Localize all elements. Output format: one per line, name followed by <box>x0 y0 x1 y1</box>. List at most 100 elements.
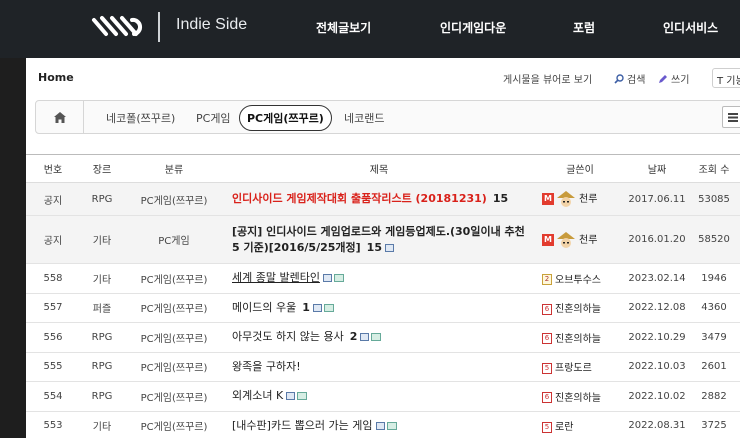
post-title[interactable]: 외계소녀 K <box>232 389 283 402</box>
post-author[interactable]: M 천루 <box>534 215 626 264</box>
post-title-cell[interactable]: 세계 종말 발렌타인 <box>224 263 534 294</box>
level-icon: 5 <box>542 362 552 374</box>
post-title-cell[interactable]: [공지] 인디사이드 게임업로드와 게임등업제도.(30일이내 추천 5 기준)… <box>224 215 534 264</box>
comment-count[interactable]: 15 <box>367 241 382 254</box>
post-category[interactable]: PC게임(쯔꾸르) <box>124 322 224 353</box>
post-number: 공지 <box>26 182 80 216</box>
attachment-icon <box>360 333 370 342</box>
post-number: 558 <box>26 263 80 294</box>
post-category[interactable]: PC게임(쯔꾸르) <box>124 293 224 323</box>
author-name: 진혼의하늘 <box>555 392 601 404</box>
post-author[interactable]: 2 오브투수스 <box>534 263 626 294</box>
list-icon <box>728 112 738 122</box>
col-header-views[interactable]: 조회 수 <box>688 154 740 183</box>
table-row[interactable]: 553 기타 PC게임(쯔꾸르) [내수판]카드 뽑으러 가는 게임 5 로란 2… <box>26 411 740 438</box>
category-tab-pc-game-tsukuru[interactable]: PC게임(쯔꾸르) <box>239 105 332 131</box>
attachment-icon <box>312 303 322 312</box>
post-title-cell[interactable]: 메이드의 우울 1 <box>224 293 534 323</box>
post-author[interactable]: 6 진혼의하늘 <box>534 322 626 353</box>
author-name: 진혼의하늘 <box>555 304 601 316</box>
comment-count[interactable]: 15 <box>493 192 508 205</box>
author-name: 천루 <box>579 234 598 246</box>
post-title[interactable]: 세계 종말 발렌타인 <box>232 271 320 284</box>
post-title-cell[interactable]: 아무것도 하지 않는 용사 2 <box>224 322 534 353</box>
post-number: 556 <box>26 322 80 353</box>
post-title[interactable]: 왕족을 구하자! <box>232 360 301 373</box>
comment-count[interactable]: 2 <box>350 330 358 343</box>
post-category[interactable]: PC게임(쯔꾸르) <box>124 182 224 216</box>
col-header-category[interactable]: 분류 <box>124 154 224 183</box>
post-author[interactable]: 6 진혼의하늘 <box>534 381 626 412</box>
post-title-cell[interactable]: [내수판]카드 뽑으러 가는 게임 <box>224 411 534 438</box>
indieside-logo[interactable] <box>88 10 148 42</box>
post-title-cell[interactable]: 인디사이드 게임제작대회 출품작리스트 (20181231) 15 <box>224 182 534 216</box>
page-title[interactable]: Home <box>38 71 74 84</box>
table-row[interactable]: 555 RPG PC게임(쯔꾸르) 왕족을 구하자! 5 프랑도르 2022.10… <box>26 352 740 382</box>
category-home-button[interactable] <box>36 101 84 133</box>
post-category[interactable]: PC게임(쯔꾸르) <box>124 381 224 412</box>
nav-forum[interactable]: 포럼 <box>573 19 595 36</box>
col-header-date[interactable]: 날짜 <box>626 154 688 183</box>
search-link[interactable]: 검색 <box>614 71 645 86</box>
post-category[interactable]: PC게임(쯔꾸르) <box>124 352 224 382</box>
post-title[interactable]: 아무것도 하지 않는 용사 <box>232 330 344 343</box>
brand-name[interactable]: Indie Side <box>176 16 247 34</box>
col-header-author[interactable]: 글쓴이 <box>534 154 626 183</box>
post-category[interactable]: PC게임(쯔꾸르) <box>124 411 224 438</box>
comment-count[interactable]: 1 <box>302 301 310 314</box>
category-tab-pc-game[interactable]: PC게임 <box>196 110 231 126</box>
col-header-genre[interactable]: 장르 <box>80 154 124 183</box>
post-title[interactable]: [내수판]카드 뽑으러 가는 게임 <box>232 419 373 432</box>
col-header-number[interactable]: 번호 <box>26 154 80 183</box>
post-category[interactable]: PC게임 <box>124 215 224 264</box>
post-title[interactable]: 메이드의 우울 <box>232 301 296 314</box>
board-content: Home 게시물을 뷰어로 보기 검색 쓰기 T 기능 네코폴(쯔꾸르) PC게… <box>26 58 740 438</box>
table-row[interactable]: 558 기타 PC게임(쯔꾸르) 세계 종말 발렌타인 2 오브투수스 2023.… <box>26 263 740 294</box>
table-row[interactable]: 554 RPG PC게임(쯔꾸르) 외계소녀 K 6 진혼의하늘 2022.10.… <box>26 381 740 412</box>
post-author[interactable]: M 천루 <box>534 182 626 216</box>
table-row[interactable]: 556 RPG PC게임(쯔꾸르) 아무것도 하지 않는 용사 2 6 진혼의하늘 … <box>26 322 740 353</box>
post-views: 2601 <box>688 352 740 382</box>
top-navbar: Indie Side 전체글보기 인디게임다운 포럼 인디서비스 <box>0 0 740 58</box>
table-header-row: 번호 장르 분류 제목 글쓴이 날짜 조회 수 <box>26 154 740 183</box>
post-title[interactable]: 인디사이드 게임제작대회 출품작리스트 (20181231) <box>232 192 487 205</box>
post-number: 공지 <box>26 215 80 264</box>
post-author[interactable]: 5 프랑도르 <box>534 352 626 382</box>
level-icon: 5 <box>542 421 552 433</box>
post-number: 553 <box>26 411 80 438</box>
post-date: 2022.12.08 <box>626 293 688 323</box>
nav-indie-service[interactable]: 인디서비스 <box>663 19 718 36</box>
post-title-cell[interactable]: 왕족을 구하자! <box>224 352 534 382</box>
author-avatar-icon <box>557 231 575 248</box>
admin-badge-icon: M <box>542 193 554 205</box>
post-author[interactable]: 5 로란 <box>534 411 626 438</box>
pencil-icon <box>659 74 667 83</box>
level-icon: 2 <box>542 274 552 286</box>
table-row[interactable]: 공지 RPG PC게임(쯔꾸르) 인디사이드 게임제작대회 출품작리스트 (20… <box>26 182 740 216</box>
tool-button[interactable]: T 기능 <box>712 68 740 88</box>
post-number: 554 <box>26 381 80 412</box>
author-name: 로란 <box>555 422 574 434</box>
home-icon <box>53 111 66 123</box>
viewer-mode-link[interactable]: 게시물을 뷰어로 보기 <box>503 71 592 86</box>
post-table: 번호 장르 분류 제목 글쓴이 날짜 조회 수 공지 RPG PC게임(쯔꾸르)… <box>26 154 740 438</box>
category-tab-nekopol[interactable]: 네코폴(쯔꾸르) <box>106 110 175 126</box>
table-row[interactable]: 공지 기타 PC게임 [공지] 인디사이드 게임업로드와 게임등업제도.(30일… <box>26 215 740 264</box>
write-link[interactable]: 쓰기 <box>658 71 689 86</box>
post-genre: RPG <box>80 182 124 216</box>
category-tab-nekoland[interactable]: 네코랜드 <box>344 110 384 126</box>
image-icon <box>297 392 308 401</box>
table-row[interactable]: 557 퍼즐 PC게임(쯔꾸르) 메이드의 우울 1 6 진혼의하늘 2022.12… <box>26 293 740 323</box>
author-name: 오브투수스 <box>555 274 601 286</box>
col-header-title[interactable]: 제목 <box>224 154 534 183</box>
post-views: 3725 <box>688 411 740 438</box>
list-view-toggle[interactable] <box>722 106 740 128</box>
post-category[interactable]: PC게임(쯔꾸르) <box>124 263 224 294</box>
nav-all-posts[interactable]: 전체글보기 <box>316 19 371 36</box>
post-genre: RPG <box>80 381 124 412</box>
nav-indie-game-download[interactable]: 인디게임다운 <box>440 19 506 36</box>
post-author[interactable]: 6 진혼의하늘 <box>534 293 626 323</box>
post-title-cell[interactable]: 외계소녀 K <box>224 381 534 412</box>
post-views: 2882 <box>688 381 740 412</box>
post-genre: 퍼즐 <box>80 293 124 323</box>
